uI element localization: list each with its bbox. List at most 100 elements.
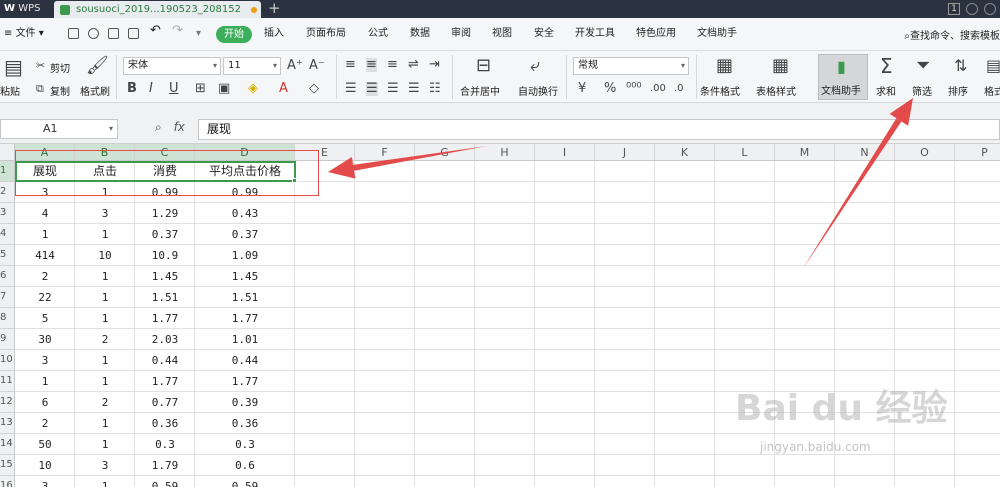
command-search[interactable]: ⌕查找命令、搜索模板 [904, 27, 1000, 42]
format-painter-icon[interactable]: 🖌 [86, 57, 109, 75]
row-header-5[interactable]: 5 [0, 245, 15, 266]
column-header-j[interactable]: J [595, 144, 655, 161]
table-cell[interactable]: 1 [75, 287, 135, 308]
indent-icon[interactable]: ⇥ [429, 58, 440, 72]
table-cell[interactable]: 1.45 [135, 266, 195, 287]
table-cell[interactable]: 0.36 [195, 413, 295, 434]
undo-icon[interactable]: ↶ [150, 24, 161, 38]
table-cell[interactable]: 6 [15, 392, 75, 413]
font-name-select[interactable]: 宋体 ▾ [123, 57, 221, 75]
name-box[interactable]: A1 ▾ [0, 119, 118, 139]
column-header-k[interactable]: K [655, 144, 715, 161]
table-cell[interactable]: 1.29 [135, 203, 195, 224]
table-cell[interactable]: 0.39 [195, 392, 295, 413]
conditional-format-button[interactable]: 条件格式 [700, 83, 740, 98]
table-style-icon[interactable]: ▦ [772, 57, 789, 75]
column-header-m[interactable]: M [775, 144, 835, 161]
table-cell[interactable]: 4 [15, 203, 75, 224]
decrease-decimal-icon[interactable]: .0 [674, 82, 684, 96]
bold-icon[interactable]: B [127, 82, 137, 96]
table-cell[interactable]: 5 [15, 308, 75, 329]
column-header-f[interactable]: F [355, 144, 415, 161]
menu-file[interactable]: ≡ 文件 ▾ [4, 27, 44, 41]
table-cell[interactable]: 414 [15, 245, 75, 266]
table-cell[interactable]: 10.9 [135, 245, 195, 266]
copy-button[interactable]: 复制 [50, 83, 70, 98]
table-cell[interactable]: 3 [15, 350, 75, 371]
print-preview-icon[interactable] [128, 28, 139, 39]
zoom-icon[interactable]: ⌕ [155, 120, 162, 134]
table-cell[interactable]: 1 [75, 413, 135, 434]
row-header-6[interactable]: 6 [0, 266, 15, 287]
row-header-13[interactable]: 13 [0, 413, 15, 434]
conditional-format-icon[interactable]: ▦ [716, 57, 733, 75]
table-cell[interactable]: 2 [15, 266, 75, 287]
table-cell[interactable]: 1 [75, 308, 135, 329]
distributed-icon[interactable]: ☷ [429, 82, 441, 96]
filter-icon[interactable]: ⏷ [916, 56, 930, 76]
row-header-16[interactable]: 16 [0, 476, 15, 487]
table-cell[interactable]: 1.77 [195, 371, 295, 392]
paste-button[interactable]: 粘贴 [0, 83, 20, 98]
table-cell[interactable]: 1.51 [135, 287, 195, 308]
table-cell[interactable]: 1 [15, 371, 75, 392]
table-cell[interactable]: 0.36 [135, 413, 195, 434]
cut-button[interactable]: 剪切 [50, 60, 70, 75]
table-cell[interactable]: 1.77 [135, 308, 195, 329]
percent-icon[interactable]: % [604, 82, 616, 96]
row-header-2[interactable]: 2 [0, 182, 15, 203]
format-button[interactable]: 格式 [984, 83, 1000, 98]
table-cell[interactable]: 2 [15, 413, 75, 434]
italic-icon[interactable]: I [149, 82, 153, 96]
merge-center-button[interactable]: 合并居中 [460, 83, 500, 98]
justify-icon[interactable]: ☰ [408, 82, 420, 96]
user-icon[interactable] [984, 3, 996, 15]
select-all-corner[interactable] [0, 144, 15, 161]
table-cell[interactable]: 10 [15, 455, 75, 476]
menu-page-layout[interactable]: 页面布局 [306, 27, 346, 41]
table-cell[interactable]: 1.51 [195, 287, 295, 308]
align-top-icon[interactable]: ≡ [345, 58, 356, 72]
menu-review[interactable]: 审阅 [451, 27, 471, 41]
menu-data[interactable]: 数据 [410, 27, 430, 41]
row-header-4[interactable]: 4 [0, 224, 15, 245]
table-cell[interactable]: 22 [15, 287, 75, 308]
table-cell[interactable]: 1.79 [135, 455, 195, 476]
row-header-12[interactable]: 12 [0, 392, 15, 413]
quick-access-chevron-icon[interactable]: ▾ [196, 27, 201, 41]
row-header-11[interactable]: 11 [0, 371, 15, 392]
row-header-10[interactable]: 10 [0, 350, 15, 371]
fill-style-icon[interactable]: ▣ [218, 82, 230, 96]
row-header-14[interactable]: 14 [0, 434, 15, 455]
menu-security[interactable]: 安全 [534, 27, 554, 41]
table-cell[interactable]: 0.3 [135, 434, 195, 455]
align-center-icon[interactable]: ☰ [366, 82, 378, 96]
new-tab-button[interactable]: + [268, 0, 281, 17]
wrap-text-button[interactable]: 自动换行 [518, 83, 558, 98]
sort-button[interactable]: 排序 [948, 83, 968, 98]
format-painter-button[interactable]: 格式刷 [80, 83, 110, 98]
table-cell[interactable]: 2 [75, 392, 135, 413]
menu-doc-helper[interactable]: 文档助手 [697, 27, 737, 41]
underline-icon[interactable]: U [169, 82, 179, 96]
page-count-badge[interactable]: 1 [948, 3, 960, 15]
table-cell[interactable]: 3 [75, 455, 135, 476]
document-tab[interactable]: sousuoci_2019...190523_208152 [54, 1, 261, 18]
table-cell[interactable]: 0.37 [195, 224, 295, 245]
column-header-p[interactable]: P [955, 144, 1000, 161]
menu-view[interactable]: 视图 [492, 27, 512, 41]
align-right-icon[interactable]: ☰ [387, 82, 399, 96]
column-header-n[interactable]: N [835, 144, 895, 161]
table-cell[interactable]: 1.45 [195, 266, 295, 287]
spreadsheet-grid[interactable]: A B C D E F G H I J K L M N O P 1 展现 点击 消费 平均点击价格 2 3 1 0.99 0.99… [0, 144, 1000, 487]
menu-start-tab[interactable]: 开始 [216, 26, 252, 43]
table-cell[interactable]: 0.59 [135, 476, 195, 487]
increase-decimal-icon[interactable]: .00 [650, 82, 666, 96]
row-header-3[interactable]: 3 [0, 203, 15, 224]
decrease-font-icon[interactable]: A⁻ [309, 59, 325, 73]
table-cell[interactable]: 1.77 [135, 371, 195, 392]
table-cell[interactable]: 0.43 [195, 203, 295, 224]
doc-helper-button[interactable]: ▮ 文档助手 [818, 54, 868, 100]
table-cell[interactable]: 0.6 [195, 455, 295, 476]
merge-center-icon[interactable]: ⊟ [476, 57, 491, 75]
